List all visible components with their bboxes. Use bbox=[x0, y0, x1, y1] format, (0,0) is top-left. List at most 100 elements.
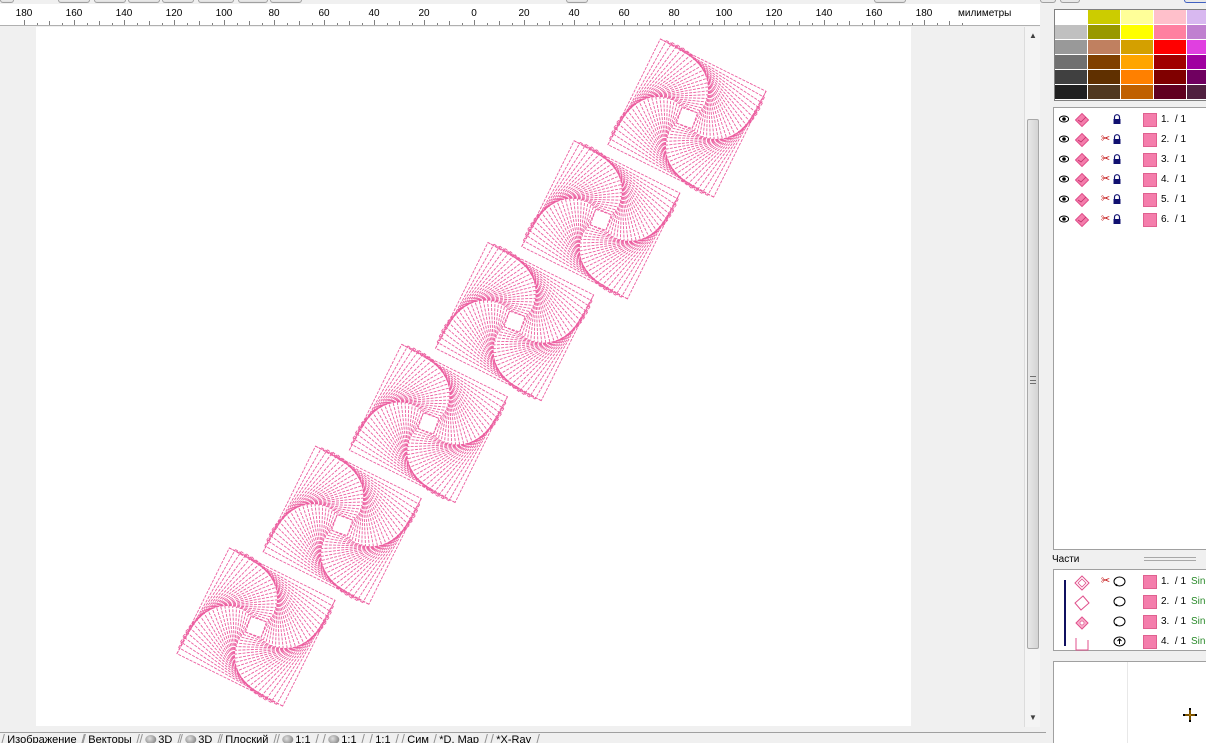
scissors-icon[interactable]: ✂ bbox=[1101, 134, 1110, 145]
design-canvas[interactable] bbox=[36, 27, 911, 726]
object-row[interactable]: 1. / 1 bbox=[1054, 110, 1206, 130]
stitch-type-lasso-icon[interactable] bbox=[1113, 616, 1126, 628]
design-motif[interactable] bbox=[348, 343, 509, 504]
toolbar-button-stub[interactable] bbox=[238, 0, 268, 3]
part-row[interactable]: 2. / 1 Sing bbox=[1054, 592, 1206, 612]
scissors-icon[interactable]: ✂ bbox=[1101, 154, 1110, 165]
eye-icon[interactable] bbox=[1059, 215, 1069, 223]
part-row[interactable]: 4. / 1 Sing bbox=[1054, 632, 1206, 652]
color-swatch[interactable] bbox=[1187, 55, 1206, 70]
thread-color-chip[interactable] bbox=[1143, 595, 1157, 609]
scissors-icon[interactable]: ✂ bbox=[1101, 194, 1110, 205]
color-swatch[interactable] bbox=[1055, 10, 1088, 25]
panel-button-stub[interactable] bbox=[1060, 0, 1080, 3]
color-swatch[interactable] bbox=[1121, 40, 1154, 55]
toolbar-button-stub[interactable] bbox=[94, 0, 126, 3]
color-swatch[interactable] bbox=[1088, 10, 1121, 25]
eye-icon[interactable] bbox=[1059, 175, 1069, 183]
eye-icon[interactable] bbox=[1059, 195, 1069, 203]
view-tab[interactable]: *X-Ray bbox=[488, 734, 540, 743]
toolbar-button-stub[interactable] bbox=[162, 0, 194, 3]
lock-icon[interactable] bbox=[1112, 194, 1122, 204]
thread-color-chip[interactable] bbox=[1143, 635, 1157, 649]
scroll-down-arrow-icon[interactable]: ▼ bbox=[1025, 711, 1041, 725]
color-swatch[interactable] bbox=[1121, 85, 1154, 100]
color-swatch[interactable] bbox=[1154, 25, 1187, 40]
objects-list[interactable]: 1. / 1 ✂ 2. / 1 ✂ 3. / 1 ✂ 4. / 1 ✂ 5. / 1 ✂ 6. / … bbox=[1053, 107, 1206, 550]
eye-icon[interactable] bbox=[1059, 135, 1069, 143]
parts-list[interactable]: ✂ 1. / 1 Sing 2. / 1 Sing 3. / 1 Sing 4. / 1 Sin… bbox=[1053, 569, 1206, 651]
design-motif[interactable] bbox=[607, 38, 767, 198]
toolbar-button-stub[interactable] bbox=[270, 0, 302, 3]
view-tab[interactable]: 1:1 bbox=[367, 734, 399, 743]
lock-icon[interactable] bbox=[1112, 134, 1122, 144]
lock-icon[interactable] bbox=[1112, 174, 1122, 184]
panel-button-stub[interactable] bbox=[1040, 0, 1056, 3]
object-row[interactable]: ✂ 4. / 1 bbox=[1054, 170, 1206, 190]
color-swatch[interactable] bbox=[1187, 25, 1206, 40]
view-tab[interactable]: Плоский bbox=[218, 734, 278, 743]
color-swatch[interactable] bbox=[1088, 85, 1121, 100]
color-swatch[interactable] bbox=[1055, 85, 1088, 100]
part-row[interactable]: ✂ 1. / 1 Sing bbox=[1054, 572, 1206, 592]
toolbar-button-stub[interactable] bbox=[874, 0, 906, 3]
scissors-icon[interactable]: ✂ bbox=[1101, 174, 1110, 185]
lock-icon[interactable] bbox=[1112, 214, 1122, 224]
color-swatch[interactable] bbox=[1154, 85, 1187, 100]
toolbar-button-stub[interactable] bbox=[0, 0, 14, 3]
eye-icon[interactable] bbox=[1059, 115, 1069, 123]
view-tab[interactable]: Сим bbox=[399, 734, 438, 743]
view-tab[interactable]: Изображение bbox=[0, 734, 86, 743]
color-swatch[interactable] bbox=[1187, 70, 1206, 85]
eye-icon[interactable] bbox=[1059, 155, 1069, 163]
view-tab[interactable]: *D. Map bbox=[432, 734, 488, 743]
thread-color-chip[interactable] bbox=[1143, 213, 1157, 227]
scroll-up-arrow-icon[interactable]: ▲ bbox=[1025, 29, 1041, 43]
object-row[interactable]: ✂ 5. / 1 bbox=[1054, 190, 1206, 210]
stitch-type-lasso-icon[interactable] bbox=[1113, 596, 1126, 608]
color-swatch[interactable] bbox=[1121, 55, 1154, 70]
toolbar-button-stub[interactable] bbox=[198, 0, 234, 3]
color-swatch[interactable] bbox=[1187, 85, 1206, 100]
color-swatch[interactable] bbox=[1121, 10, 1154, 25]
lock-icon[interactable] bbox=[1112, 114, 1122, 124]
thread-color-chip[interactable] bbox=[1143, 173, 1157, 187]
view-tab[interactable]: 3D bbox=[137, 734, 181, 743]
color-swatch[interactable] bbox=[1088, 70, 1121, 85]
view-tab[interactable]: 3D bbox=[178, 734, 221, 743]
color-swatch[interactable] bbox=[1154, 70, 1187, 85]
color-swatch[interactable] bbox=[1154, 40, 1187, 55]
color-swatch[interactable] bbox=[1154, 10, 1187, 25]
thread-color-chip[interactable] bbox=[1143, 615, 1157, 629]
object-row[interactable]: ✂ 6. / 1 bbox=[1054, 210, 1206, 230]
thread-color-chip[interactable] bbox=[1143, 113, 1157, 127]
design-motif[interactable] bbox=[262, 445, 422, 605]
toolbar-button-stub[interactable] bbox=[128, 0, 160, 3]
design-workspace[interactable] bbox=[0, 27, 1024, 732]
thread-color-chip[interactable] bbox=[1143, 193, 1157, 207]
lock-icon[interactable] bbox=[1112, 154, 1122, 164]
design-motif[interactable] bbox=[521, 140, 681, 300]
color-swatch[interactable] bbox=[1187, 10, 1206, 25]
design-motif[interactable] bbox=[434, 241, 595, 402]
scrollbar-thumb[interactable] bbox=[1027, 119, 1039, 649]
stitch-type-up-icon[interactable] bbox=[1113, 636, 1126, 648]
view-tab[interactable]: Векторы bbox=[81, 734, 141, 743]
color-swatch[interactable] bbox=[1154, 55, 1187, 70]
vertical-scrollbar[interactable]: ▲ ▼ bbox=[1024, 27, 1040, 727]
color-swatch[interactable] bbox=[1055, 40, 1088, 55]
design-motif[interactable] bbox=[176, 547, 336, 707]
stitch-type-lasso-icon[interactable] bbox=[1113, 576, 1126, 588]
view-tab[interactable]: 1:1 bbox=[275, 734, 320, 743]
embroidery-design[interactable] bbox=[36, 27, 911, 726]
panel-button-stub[interactable] bbox=[1184, 0, 1206, 3]
scissors-icon[interactable]: ✂ bbox=[1101, 576, 1110, 587]
object-row[interactable]: ✂ 2. / 1 bbox=[1054, 130, 1206, 150]
toolbar-button-stub[interactable] bbox=[566, 0, 588, 3]
panel-grip-icon[interactable] bbox=[1144, 557, 1196, 561]
color-swatch[interactable] bbox=[1121, 70, 1154, 85]
color-swatch[interactable] bbox=[1121, 25, 1154, 40]
thread-color-chip[interactable] bbox=[1143, 153, 1157, 167]
stitch-preview[interactable] bbox=[1053, 661, 1206, 743]
color-swatch[interactable] bbox=[1088, 55, 1121, 70]
